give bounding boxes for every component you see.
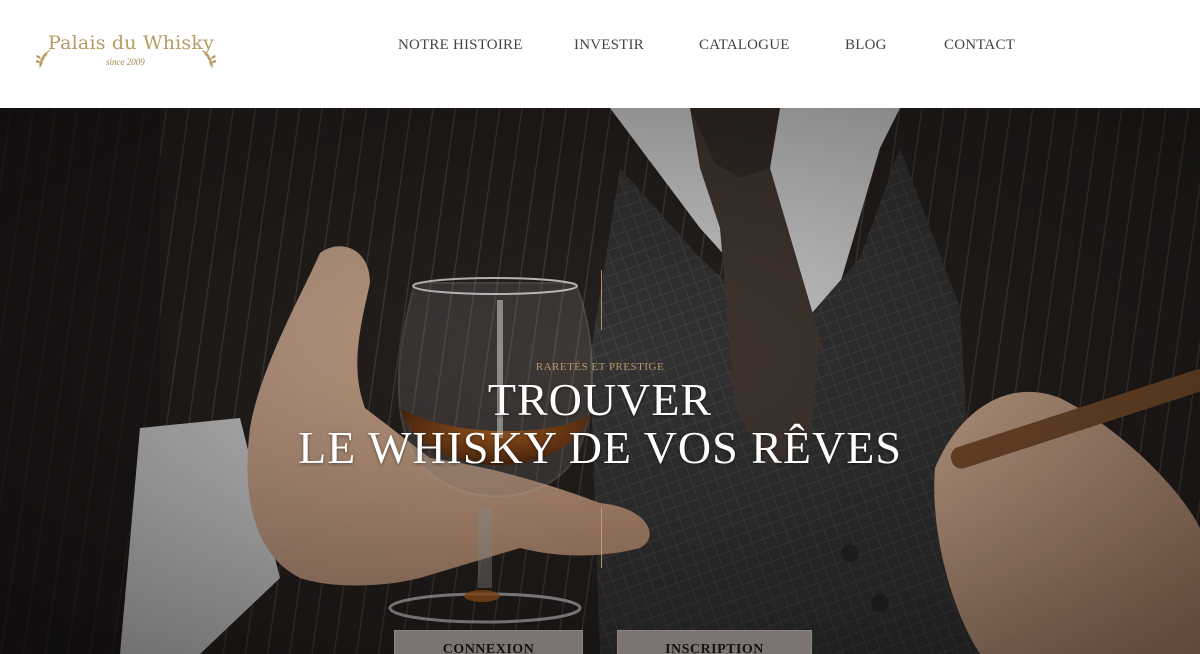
- hero-title-line2: LE WHISKY DE VOS RÊVES: [298, 422, 902, 473]
- signup-button[interactable]: INSCRIPTION: [617, 630, 812, 654]
- nav-item-notre-histoire[interactable]: NOTRE HISTOIRE: [398, 37, 523, 54]
- hero-overline: RARETÉS ET PRESTIGE: [535, 361, 665, 373]
- nav-item-catalogue[interactable]: CATALOGUE: [699, 37, 790, 54]
- decorative-line-bottom: [601, 508, 602, 568]
- nav-item-blog[interactable]: BLOG: [845, 37, 887, 54]
- hero-title-line1: TROUVER: [487, 374, 713, 425]
- brand-logo[interactable]: Palais du Whisky since 2009: [36, 32, 218, 74]
- brand-tagline: since 2009: [106, 57, 145, 67]
- brand-name: Palais du Whisky: [48, 32, 215, 54]
- hero-section: RARETÉS ET PRESTIGE TROUVER LE WHISKY DE…: [0, 108, 1200, 654]
- nav-item-investir[interactable]: INVESTIR: [574, 37, 644, 54]
- site-header: Palais du Whisky since 2009 NOTRE HISTOI…: [0, 0, 1200, 108]
- laurel-right-icon: [201, 49, 216, 69]
- nav-item-contact[interactable]: CONTACT: [944, 37, 1015, 54]
- login-button[interactable]: CONNEXION: [394, 630, 583, 654]
- decorative-line-top: [601, 270, 602, 330]
